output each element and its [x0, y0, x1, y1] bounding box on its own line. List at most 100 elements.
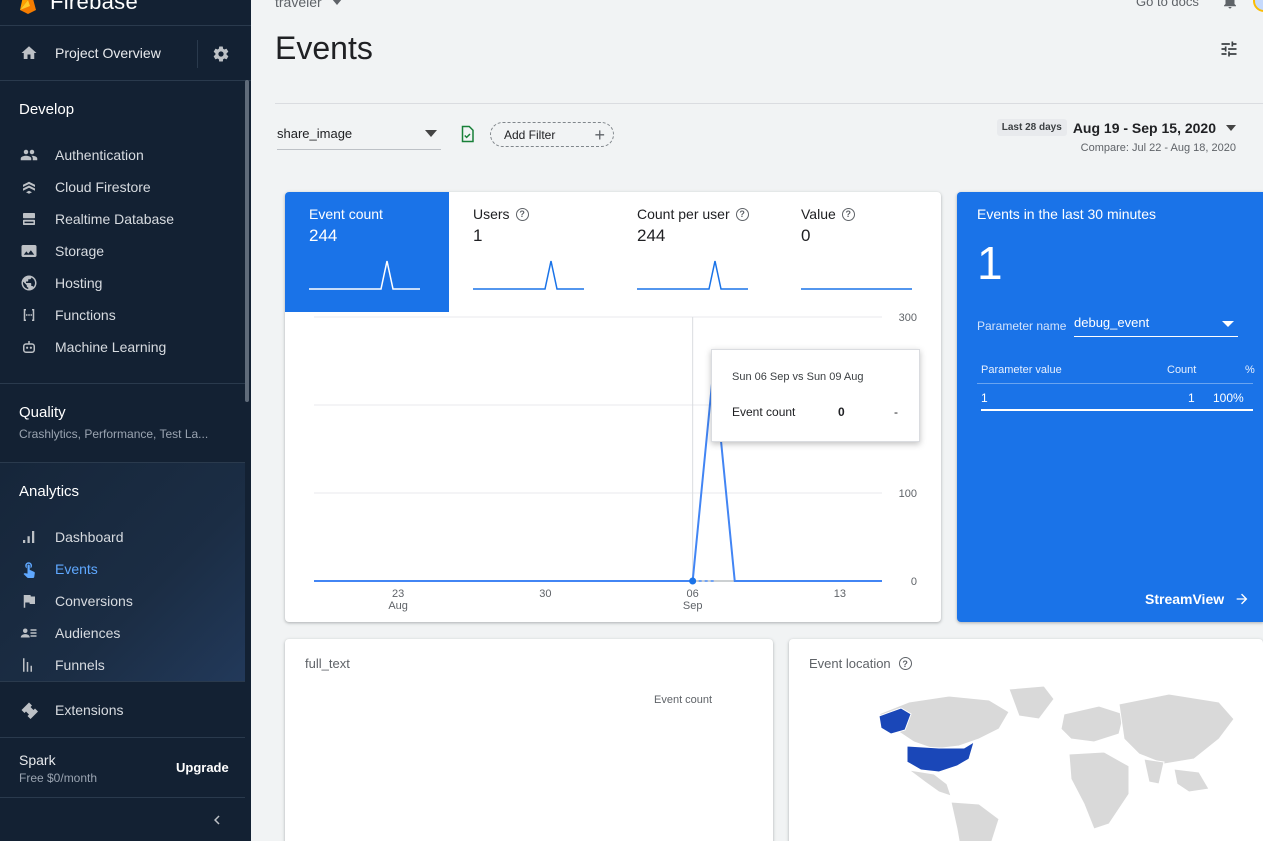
realtime-count: 1 — [977, 237, 1003, 289]
tune-icon[interactable] — [1219, 39, 1239, 59]
metric-tab-users[interactable]: Users? 1 — [449, 192, 613, 312]
metric-tab-count-per-user[interactable]: Count per user? 244 — [613, 192, 777, 312]
sidebar-item-authentication[interactable]: Authentication — [0, 139, 245, 171]
bar-chart-icon — [23, 531, 35, 543]
quality-subtitle: Crashlytics, Performance, Test La... — [19, 427, 209, 441]
row-bar — [981, 409, 1253, 411]
map-region-asia — [1118, 693, 1235, 765]
x-tick-label: 30 — [539, 588, 551, 600]
chevron-left-icon[interactable] — [208, 811, 226, 829]
y-tick-label: 0 — [911, 576, 917, 588]
date-range-chip: Last 28 days — [996, 119, 1067, 136]
sidebar-item-label: Machine Learning — [55, 339, 167, 355]
firebase-logo-icon — [20, 0, 36, 14]
help-icon[interactable]: ? — [735, 207, 749, 221]
sidebar-item-functions[interactable]: Functions — [0, 299, 245, 331]
divider — [0, 383, 245, 384]
sidebar-item-cloud-firestore[interactable]: Cloud Firestore — [0, 171, 245, 203]
metric-label: Event count — [309, 206, 383, 222]
brand-name: Firebase — [50, 0, 138, 14]
analytics-section-title: Analytics — [19, 483, 80, 500]
date-range-value: Aug 19 - Sep 15, 2020 — [1072, 119, 1216, 136]
gear-icon[interactable] — [212, 45, 230, 63]
divider — [0, 681, 245, 682]
streamview-link[interactable]: StreamView — [1145, 591, 1250, 607]
metric-value: 0 — [801, 226, 811, 245]
x-tick-month-label: Sep — [683, 600, 703, 612]
x-tick-label: 13 — [834, 588, 846, 600]
sidebar-item-label: Authentication — [55, 147, 144, 163]
project-overview-row: Project Overview — [0, 25, 251, 81]
streamview-label: StreamView — [1145, 591, 1225, 607]
project-overview-link[interactable]: Project Overview — [55, 45, 161, 61]
parameter-name-select[interactable]: debug_event — [1074, 309, 1238, 337]
sparkline — [473, 260, 584, 290]
sidebar-item-label: Events — [55, 561, 98, 577]
column-header-percent: % — [1245, 364, 1255, 376]
quality-section-title[interactable]: Quality — [19, 404, 66, 421]
check-file-icon[interactable] — [458, 125, 476, 143]
metric-value: 1 — [473, 226, 483, 245]
image-icon — [21, 245, 37, 257]
add-filter-button[interactable]: Add Filter + — [490, 122, 614, 147]
help-icon[interactable]: ? — [515, 207, 529, 221]
metric-tab-event-count[interactable]: Event count 244 — [285, 192, 449, 312]
sidebar-item-label: Dashboard — [55, 529, 124, 545]
sidebar-item-extensions[interactable]: Extensions — [0, 694, 245, 726]
sidebar-item-hosting[interactable]: Hosting — [0, 267, 245, 299]
sidebar-item-label: Funnels — [55, 657, 105, 673]
sidebar-item-machine-learning[interactable]: Machine Learning — [0, 331, 245, 363]
event-location-card: Event location ? — [789, 639, 1263, 841]
tooltip-title: Sun 06 Sep vs Sun 09 Aug — [732, 371, 864, 383]
event-selector[interactable]: share_image — [277, 118, 441, 150]
tooltip-change: - — [894, 405, 898, 419]
sidebar-item-realtime-database[interactable]: Realtime Database — [0, 203, 245, 235]
help-icon[interactable]: ? — [898, 657, 912, 670]
bell-icon[interactable] — [1221, 0, 1239, 10]
sidebar-item-storage[interactable]: Storage — [0, 235, 245, 267]
date-range-picker[interactable]: Last 28 days Aug 19 - Sep 15, 2020 Compa… — [996, 119, 1236, 154]
sidebar-item-label: Extensions — [55, 702, 124, 718]
cell-parameter-value: 1 — [981, 391, 988, 405]
map-region-southeast-asia — [1173, 768, 1210, 793]
divider — [0, 737, 245, 738]
sidebar-item-dashboard[interactable]: Dashboard — [0, 521, 245, 553]
world-map[interactable] — [839, 684, 1239, 841]
upgrade-button[interactable]: Upgrade — [176, 760, 229, 775]
caret-down-icon — [1226, 124, 1236, 131]
events-chart-card: Event count 244 Users? 1 Count per user?… — [285, 192, 941, 622]
project-name: traveler — [275, 0, 322, 10]
divider — [977, 383, 1253, 384]
metric-value: 244 — [309, 226, 338, 245]
help-icon[interactable]: ? — [841, 207, 855, 221]
event-selector-value: share_image — [277, 126, 353, 141]
sidebar-item-events[interactable]: Events — [0, 553, 245, 585]
sidebar-item-label: Audiences — [55, 625, 121, 641]
avatar[interactable] — [1253, 0, 1263, 12]
firestore-icon — [23, 181, 35, 194]
column-header-event-count: Event count — [654, 694, 713, 706]
sidebar-item-conversions[interactable]: Conversions — [0, 585, 245, 617]
map-region-south-america — [950, 801, 1000, 841]
sidebar-scrollbar[interactable] — [245, 80, 249, 402]
brand[interactable]: Firebase — [18, 0, 138, 14]
metric-label: Users — [473, 206, 510, 222]
sidebar-item-funnels[interactable]: Funnels — [0, 649, 245, 681]
divider — [0, 797, 245, 798]
map-region-india — [1143, 758, 1165, 785]
map-region-mexico — [908, 769, 952, 797]
go-to-docs-link[interactable]: Go to docs — [1136, 0, 1199, 9]
metric-tab-value[interactable]: Value? 0 — [777, 192, 941, 312]
x-tick-label: 23 — [392, 588, 404, 600]
divider — [275, 103, 1263, 104]
sidebar-item-label: Storage — [55, 243, 105, 259]
full-text-card: full_text Event count — [285, 639, 773, 841]
caret-down-icon — [425, 130, 437, 137]
project-selector[interactable]: traveler — [275, 0, 342, 10]
metric-label: Count per user — [637, 206, 730, 222]
arrow-right-icon — [1236, 593, 1248, 605]
sidebar-item-audiences[interactable]: Audiences — [0, 617, 245, 649]
functions-icon — [23, 309, 35, 321]
cell-percent: 100% — [1213, 391, 1244, 405]
metric-value: 244 — [637, 226, 666, 245]
